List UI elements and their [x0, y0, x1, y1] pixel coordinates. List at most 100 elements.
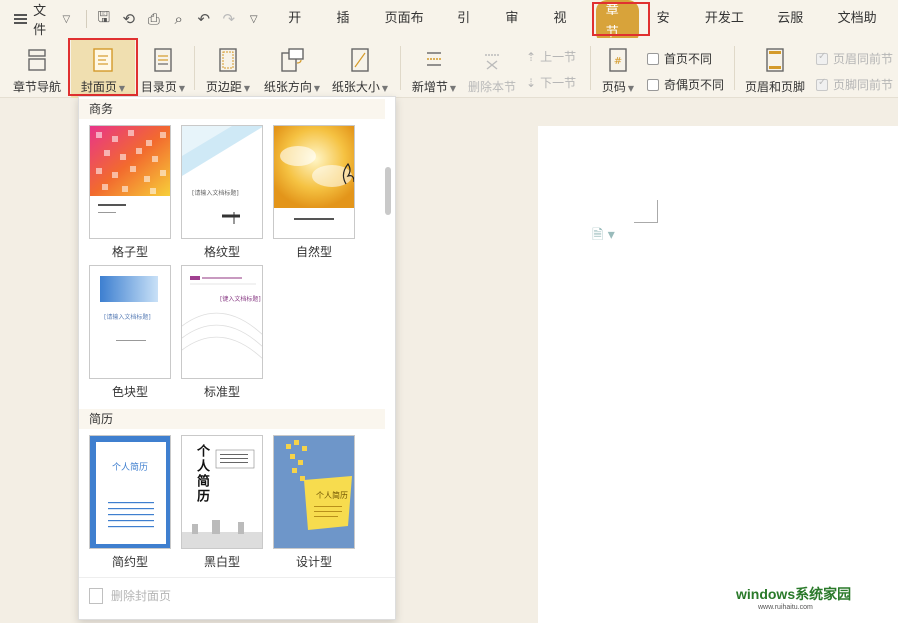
- cover-thumb-simple-title: 个人简历: [112, 463, 149, 473]
- cover-page-label: 封面页: [80, 80, 117, 94]
- page-number-icon: #: [605, 45, 631, 75]
- separator: [734, 46, 735, 90]
- orientation-label: 纸张方向: [263, 80, 312, 94]
- quick-access-toolbar: 🖫 ⟲ ⎙ ⌕ ↶ ↷ ▽: [78, 0, 266, 38]
- cover-thumb-standard[interactable]: [键入文档标题]: [181, 265, 263, 379]
- prev-section-button[interactable]: ⇡ 上一节: [526, 48, 576, 65]
- new-section-button[interactable]: 新增节 ▼: [406, 38, 462, 98]
- header-footer-button[interactable]: 页眉和页脚: [740, 38, 810, 98]
- save-icon[interactable]: 🖫: [91, 7, 116, 31]
- svg-text:#: #: [614, 56, 622, 67]
- footer-same-as-previous-checkbox[interactable]: 页脚同前节: [816, 76, 893, 93]
- cover-label-standard: 标准型: [203, 385, 240, 399]
- new-section-label: 新增节: [411, 80, 448, 94]
- document-page[interactable]: [538, 126, 898, 623]
- panel-scrollbar[interactable]: [385, 167, 391, 215]
- tab-section[interactable]: 章节: [590, 0, 645, 44]
- section-header-business: 商务: [79, 99, 385, 119]
- tab-view[interactable]: 视图: [542, 0, 590, 64]
- tab-developer[interactable]: 开发工具: [693, 0, 765, 64]
- tab-review[interactable]: 审阅: [493, 0, 541, 64]
- file-menu-label: 文件: [33, 4, 47, 38]
- remove-cover-icon: [89, 587, 103, 604]
- cover-thumb-color-block-art: [100, 276, 158, 341]
- paper-size-label: 纸张大小: [331, 80, 380, 94]
- separator: [590, 46, 591, 90]
- cover-thumb-black-white[interactable]: 个人简历: [181, 435, 263, 549]
- cover-thumb-plaid-art: [182, 126, 262, 224]
- checkbox-icon: [647, 78, 659, 91]
- redo-icon[interactable]: ↷: [216, 7, 241, 31]
- tab-page-layout[interactable]: 页面布局: [373, 0, 445, 64]
- customize-dropdown-icon[interactable]: ▽: [241, 7, 266, 31]
- print-preview-icon[interactable]: ⌕: [166, 7, 191, 31]
- cover-thumb-plaid-title: [请输入文档标题]: [192, 190, 239, 197]
- tab-security[interactable]: 安全: [645, 0, 693, 64]
- cover-label-simple: 简约型: [111, 555, 148, 569]
- caret-icon: ▼: [178, 84, 186, 93]
- delete-section-label: 删除本节: [467, 80, 516, 94]
- prev-section-label: 上一节: [540, 50, 577, 64]
- caret-icon: ▼: [313, 84, 321, 93]
- print-icon[interactable]: ⎙: [141, 7, 166, 31]
- header-same-as-previous-label: 页眉同前节: [833, 52, 894, 66]
- document-icon[interactable]: 🗎 ▾: [592, 224, 615, 248]
- page-margin-corner: [634, 200, 658, 223]
- format-painter-icon[interactable]: ⟲: [116, 7, 141, 31]
- tab-home[interactable]: 开始: [276, 0, 324, 64]
- paper-size-button[interactable]: 纸张大小 ▼: [328, 38, 392, 98]
- tab-cloud[interactable]: 云服务: [765, 0, 825, 64]
- caret-icon: ▼: [381, 84, 389, 93]
- file-menu[interactable]: 文件 ▽: [0, 0, 78, 38]
- cover-page-icon: [90, 45, 116, 75]
- separator: [86, 10, 88, 28]
- cover-thumb-design-title: 个人简历: [316, 491, 348, 500]
- undo-icon[interactable]: ↶: [191, 7, 216, 31]
- ribbon: 章节导航 封面页 ▼ 目录页 ▼ 页边距 ▼ 纸张方向 ▼ 纸张大小 ▼ 新增节…: [0, 38, 898, 98]
- checkbox-icon: [647, 52, 659, 65]
- cover-label-plaid: 格纹型: [203, 245, 240, 259]
- caret-icon: ▼: [627, 84, 635, 93]
- cover-label-color-block: 色块型: [111, 385, 148, 399]
- caret-icon: ▼: [243, 84, 251, 93]
- toc-page-button[interactable]: 目录页 ▼: [138, 38, 188, 98]
- delete-section-button[interactable]: 删除本节: [464, 38, 520, 98]
- margins-button[interactable]: 页边距 ▼: [200, 38, 256, 98]
- watermark-url: www.ruihaitu.com: [758, 604, 813, 611]
- next-section-icon: ⇣: [526, 75, 537, 90]
- chevron-down-icon: ▽: [62, 13, 71, 25]
- orientation-button[interactable]: 纸张方向 ▼: [260, 38, 324, 98]
- page-number-button[interactable]: # 页码 ▼: [596, 38, 640, 98]
- odd-even-different-label: 奇偶页不同: [664, 78, 725, 92]
- delete-section-icon: [479, 45, 505, 75]
- cover-thumb-design[interactable]: 个人简历: [273, 435, 355, 549]
- margins-label: 页边距: [205, 80, 242, 94]
- cover-thumb-simple[interactable]: 个人简历: [89, 435, 171, 549]
- cover-thumb-standard-art: [182, 276, 262, 359]
- cover-thumb-grid[interactable]: [89, 125, 171, 239]
- cover-thumb-plaid[interactable]: [请输入文档标题]: [181, 125, 263, 239]
- cover-thumb-nature[interactable]: [273, 125, 355, 239]
- first-page-different-checkbox[interactable]: 首页不同: [647, 50, 712, 67]
- hamburger-icon: [14, 14, 28, 24]
- cover-label-design: 设计型: [295, 555, 332, 569]
- remove-cover-page-button[interactable]: 删除封面页: [79, 577, 395, 613]
- cover-thumb-color-block[interactable]: [请输入文档标题]: [89, 265, 171, 379]
- new-section-icon: [421, 45, 447, 75]
- remove-cover-label: 删除封面页: [111, 589, 172, 603]
- tab-references[interactable]: 引用: [445, 0, 493, 64]
- header-same-as-previous-checkbox[interactable]: 页眉同前节: [816, 50, 893, 67]
- ribbon-tabs: 开始 插入 页面布局 引用 审阅 视图 章节 安全 开发工具 云服务 文档助手: [276, 0, 898, 64]
- cover-page-button[interactable]: 封面页 ▼: [71, 38, 135, 98]
- watermark-brand: windows系统家园: [736, 586, 852, 602]
- cover-thumb-black-white-title: 个人简历: [194, 444, 209, 504]
- paper-size-icon: [347, 45, 373, 75]
- odd-even-different-checkbox[interactable]: 奇偶页不同: [647, 76, 724, 93]
- first-page-different-label: 首页不同: [664, 52, 713, 66]
- next-section-button[interactable]: ⇣ 下一节: [526, 74, 576, 91]
- next-section-label: 下一节: [540, 76, 577, 90]
- caret-icon: ▼: [449, 84, 457, 93]
- tab-doc-assistant[interactable]: 文档助手: [826, 0, 898, 64]
- tab-insert[interactable]: 插入: [324, 0, 372, 64]
- section-nav-button[interactable]: 章节导航: [6, 38, 68, 98]
